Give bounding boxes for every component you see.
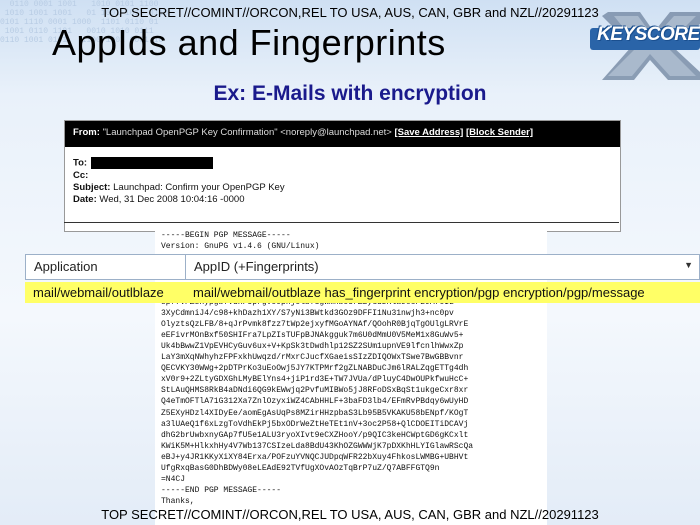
- pgp-line: Uk4bBwwZ1VpEVHCyGuv6ux+V+KpSk3tDwdhlp12S…: [161, 341, 464, 351]
- pgp-line: =N4CJ: [161, 475, 186, 485]
- to-row: To:: [73, 157, 612, 170]
- email-fields: To: Cc: Subject: Launchpad: Confirm your…: [65, 147, 620, 216]
- subject-row: Subject: Launchpad: Confirm your OpenPGP…: [73, 182, 612, 194]
- table-row[interactable]: mail/webmail/outlblaze mail/webmail/outb…: [25, 282, 700, 303]
- email-panel: From: "Launchpad OpenPGP Key Confirmatio…: [64, 120, 621, 232]
- subject-value: Launchpad: Confirm your OpenPGP Key: [113, 181, 285, 193]
- pgp-line: -----END PGP MESSAGE-----: [161, 486, 282, 496]
- pgp-line: Q4eTmOFTlA71G312Xa7ZnlOzyxiWZ4CAbHHLF+3b…: [161, 397, 469, 407]
- cell-application: mail/webmail/outlblaze: [33, 285, 164, 300]
- pgp-line: Z5EXyHDzl4XIDyEe/aomEgAsUqPs8MZirHHzpbaS…: [161, 408, 469, 418]
- column-header-appid[interactable]: AppID (+Fingerprints) ▼: [186, 255, 699, 279]
- from-value: "Launchpad OpenPGP Key Confirmation" <no…: [102, 127, 392, 138]
- dropdown-arrow-icon[interactable]: ▼: [684, 260, 693, 270]
- pgp-line: 3XyCdmniJ4/c98+khDazh1XY/S7yNi3BWtkd3GOz…: [161, 308, 454, 318]
- pgp-line: OlyztsQzLFB/8+qJrPvmk8fzz7tWp2ejxyfMGoAY…: [161, 319, 469, 329]
- date-row: Date: Wed, 31 Dec 2008 10:04:16 -0000: [73, 194, 612, 206]
- classification-banner-bottom: TOP SECRET//COMINT//ORCON,REL TO USA, AU…: [101, 507, 599, 522]
- cell-appid: mail/webmail/outblaze has_fingerprint en…: [193, 285, 645, 300]
- date-label: Date:: [73, 193, 97, 205]
- pgp-line: UfgRxqBasG0DhBDWy08eLEAdE92TVfUgXOvAOzTq…: [161, 463, 440, 473]
- from-label: From:: [73, 127, 100, 138]
- subject-label: Subject:: [73, 181, 111, 193]
- cc-row: Cc:: [73, 170, 612, 182]
- email-from-bar: From: "Launchpad OpenPGP Key Confirmatio…: [65, 121, 620, 147]
- column-header-application[interactable]: Application: [26, 255, 186, 279]
- save-address-link[interactable]: [Save Address]: [394, 127, 463, 138]
- pgp-line: Version: GnuPG v1.4.6 (GNU/Linux): [161, 242, 320, 252]
- pgp-line: StLAuQHMS8RkB4aDNdi6QG9kEWwjq2PvfuMIBWo5…: [161, 386, 469, 396]
- pgp-line: dhG2brUwbxnyGAp7fU5e1ALU3ryoXIvt9eCXZHoo…: [161, 430, 469, 440]
- pgp-line: LaY3mXqNWhyhzFPFxkhUwqzd/rMxrCJucfXGaeis…: [161, 353, 464, 363]
- pgp-line: eEFivrMOnBxf50SHIFra7LpZIsTUFpBJNAkgguk7…: [161, 330, 464, 340]
- page-subtitle: Ex: E-Mails with encryption: [213, 82, 487, 105]
- column-header-appid-label: AppID (+Fingerprints): [194, 259, 319, 274]
- block-sender-link[interactable]: [Block Sender]: [466, 127, 533, 138]
- pgp-line: a3lUAeQ1f6xLzgToVdhEkPj5bxODrWeZtHeTEt1n…: [161, 419, 469, 429]
- pgp-line: xV0r9+2ZLtyGDXGhLMyBElYns4+jiP1rd3E+TW7J…: [161, 375, 469, 385]
- pgp-line: QECVKY30WWg+2pDTPrKo3uEoOwj5JY7KTPMrf2gZ…: [161, 364, 469, 374]
- cc-label: Cc:: [73, 169, 89, 181]
- pgp-line: Thanks,: [161, 497, 195, 507]
- date-value: Wed, 31 Dec 2008 10:04:16 -0000: [99, 193, 245, 205]
- divider: [64, 222, 619, 223]
- appid-table: Application AppID (+Fingerprints) ▼ mail…: [25, 254, 700, 303]
- logo-text: KEYSCORE: [597, 24, 700, 45]
- pgp-line: -----BEGIN PGP MESSAGE-----: [161, 231, 291, 240]
- page-title: AppIds and Fingerprints: [52, 22, 446, 63]
- to-label: To:: [73, 157, 88, 169]
- redaction-block: [91, 157, 214, 169]
- pgp-line: eBJ+y4JR1KKyXiXY84Erxa/POFzuYVNQCJUDpqWF…: [161, 452, 469, 462]
- pgp-line: KWiK5M+HlkxhHy4V7Wb137CSIzeLda8BdU43KhOZ…: [161, 441, 474, 451]
- table-header: Application AppID (+Fingerprints) ▼: [25, 254, 700, 280]
